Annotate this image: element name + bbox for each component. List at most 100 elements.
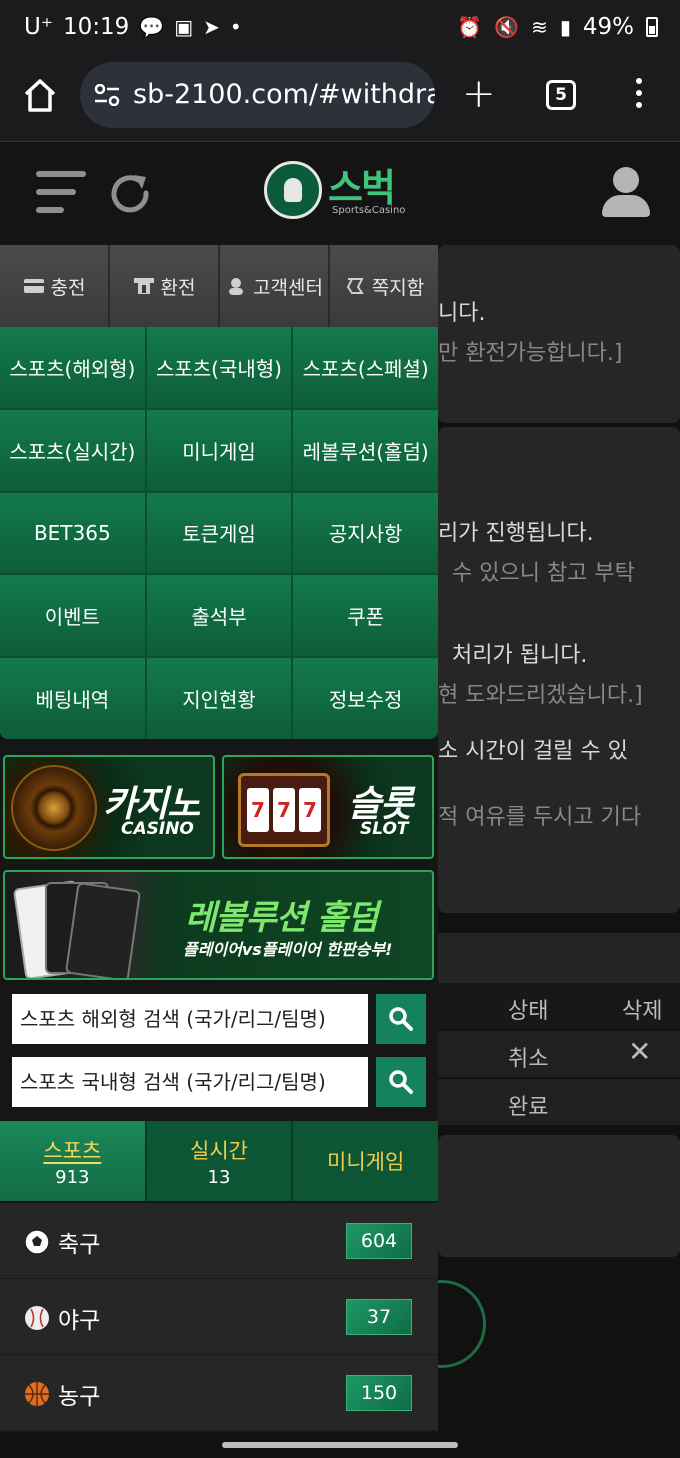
notice-text: 현 도와드리겠습니다.]	[438, 683, 643, 708]
slot-banner[interactable]: 777 슬롯 SLOT	[222, 755, 434, 859]
overseas-search-button[interactable]	[376, 994, 426, 1044]
tab-sports-count: 913	[55, 1166, 90, 1188]
row-status: 취소	[508, 1047, 549, 1072]
menu-coupon[interactable]: 쿠폰	[293, 575, 438, 657]
menu-sports-live[interactable]: 스포츠(실시간)	[0, 409, 145, 491]
siren-emblem-icon	[264, 161, 322, 219]
menu-event[interactable]: 이벤트	[0, 575, 145, 657]
status-bar: U⁺ 10:19 💬 ▣ ➤ • ⏰ 🔇 ≋ ▮ 49%	[0, 0, 680, 62]
table-title-row	[438, 933, 680, 983]
notice-card: 니다. 만 환전가능합니다.]	[438, 245, 680, 423]
wifi-icon: ≋	[531, 15, 548, 39]
kakaotalk-icon: 💬	[139, 15, 165, 39]
site-logo[interactable]: 스벅 Sports&Casino	[264, 159, 424, 221]
withdraw-page-background: 니다. 만 환전가능합니다.] 리가 진행됩니다. 수 있으니 참고 부탁 처리…	[438, 245, 680, 1433]
logo-name: 스벅	[328, 166, 396, 210]
casino-banner-subtitle: CASINO	[121, 819, 194, 839]
notice-text: 만 환전가능합니다.]	[438, 341, 623, 366]
tab-sports[interactable]: 스포츠 913	[0, 1121, 145, 1201]
notice-text: 수 있으니 참고 부탁	[452, 561, 635, 586]
table-row: 완료	[438, 1079, 680, 1125]
withdraw-button[interactable]: 환전	[110, 245, 220, 327]
menu-bet365[interactable]: BET365	[0, 492, 145, 574]
soccer-ball-icon	[24, 1229, 50, 1255]
table-row: 취소 ✕	[438, 1031, 680, 1077]
menu-sports-special[interactable]: 스포츠(스페셜)	[293, 327, 438, 408]
sport-name: 축구	[58, 1232, 101, 1258]
atm-icon	[133, 278, 154, 294]
gallery-icon: ▣	[174, 15, 194, 39]
column-header-delete: 삭제	[622, 999, 663, 1024]
notice-text: 리가 진행됩니다.	[438, 521, 594, 546]
tab-live-label: 실시간	[190, 1138, 248, 1163]
menu-notice[interactable]: 공지사항	[293, 492, 438, 574]
domestic-search-button[interactable]	[376, 1057, 426, 1107]
battery-icon	[646, 17, 658, 37]
roulette-wheel-icon	[11, 765, 97, 851]
casino-banner[interactable]: 카지노 CASINO	[3, 755, 215, 859]
more-notifications-icon: •	[229, 15, 242, 39]
menu-token-game[interactable]: 토큰게임	[146, 492, 292, 574]
overseas-search-input[interactable]: 스포츠 해외형 검색 (국가/리그/팀명)	[12, 994, 368, 1044]
menu-sports-domestic[interactable]: 스포츠(국내형)	[146, 327, 292, 408]
messages-label: 쪽지함	[371, 276, 425, 299]
deposit-button[interactable]: 충전	[0, 245, 110, 327]
customer-center-button[interactable]: 고객센터	[220, 245, 330, 327]
user-account-icon[interactable]	[600, 167, 652, 219]
circle-button[interactable]	[438, 1280, 486, 1368]
customer-center-label: 고객센터	[253, 276, 323, 299]
carrier-label: U⁺	[24, 14, 53, 40]
sport-count: 37	[346, 1299, 412, 1335]
tab-switcher-button[interactable]: 5	[546, 80, 576, 110]
list-item[interactable]: 야구 37	[0, 1279, 438, 1355]
message-icon	[346, 278, 364, 294]
list-item[interactable]: 농구 150	[0, 1355, 438, 1431]
notice-text: 적 여유를 두시고 기다	[438, 805, 642, 830]
browser-menu-icon[interactable]	[632, 78, 646, 112]
tab-live[interactable]: 실시간 13	[146, 1121, 292, 1201]
mute-icon: 🔇	[494, 15, 520, 39]
search-icon	[389, 1070, 413, 1094]
hamburger-menu-icon[interactable]	[36, 171, 86, 213]
quick-actions: 충전 환전 고객센터 쪽지함	[0, 245, 438, 327]
tab-sports-label: 스포츠	[43, 1138, 102, 1163]
menu-sports-overseas[interactable]: 스포츠(해외형)	[0, 327, 145, 408]
deposit-label: 충전	[50, 276, 86, 299]
menu-referral-status[interactable]: 지인현황	[146, 658, 292, 739]
table-header-row: 상태 삭제	[438, 983, 680, 1029]
home-icon[interactable]	[22, 76, 58, 116]
address-bar[interactable]: sb-2100.com/#withdraw	[80, 62, 435, 128]
menu-revolution-holdem[interactable]: 레볼루션(홀덤)	[293, 409, 438, 491]
game-menu-grid: 스포츠(해외형) 스포츠(국내형) 스포츠(스페셜) 스포츠(실시간) 미니게임…	[0, 327, 438, 739]
sport-name: 야구	[58, 1308, 101, 1334]
overseas-search-row: 스포츠 해외형 검색 (국가/리그/팀명)	[12, 994, 426, 1044]
delete-icon[interactable]: ✕	[628, 1035, 651, 1068]
side-menu-panel: 충전 환전 고객센터 쪽지함 스포츠(해외형) 스포츠(국내형) 스포츠(스페셜…	[0, 245, 438, 1433]
menu-minigame[interactable]: 미니게임	[146, 409, 292, 491]
refresh-icon[interactable]	[108, 171, 154, 217]
domestic-search-input[interactable]: 스포츠 국내형 검색 (국가/리그/팀명)	[12, 1057, 368, 1107]
slot-banner-subtitle: SLOT	[360, 819, 409, 839]
sport-count: 604	[346, 1223, 412, 1259]
messages-button[interactable]: 쪽지함	[330, 245, 438, 327]
browser-toolbar: sb-2100.com/#withdraw + 5	[0, 62, 680, 142]
site-settings-icon[interactable]	[94, 84, 120, 106]
playing-cards-icon	[12, 879, 142, 978]
gesture-bar	[0, 1433, 680, 1458]
column-header-status: 상태	[508, 999, 549, 1024]
new-tab-icon[interactable]: +	[462, 74, 496, 114]
home-gesture-handle[interactable]	[222, 1442, 458, 1448]
card-icon	[23, 279, 44, 293]
notice-card: 리가 진행됩니다. 수 있으니 참고 부탁 처리가 됩니다. 현 도와드리겠습니…	[438, 427, 680, 913]
holdem-banner-subtitle: 플레이어vs플레이어 한판승부!	[183, 940, 393, 959]
tab-minigame[interactable]: 미니게임	[293, 1121, 438, 1201]
holdem-banner[interactable]: 레볼루션 홀덤 플레이어vs플레이어 한판승부!	[3, 870, 434, 980]
basketball-icon	[25, 1382, 49, 1406]
baseball-icon	[25, 1306, 49, 1330]
row-status: 완료	[508, 1095, 549, 1120]
menu-edit-profile[interactable]: 정보수정	[293, 658, 438, 739]
menu-attendance[interactable]: 출석부	[146, 575, 292, 657]
list-item[interactable]: 축구 604	[0, 1203, 438, 1279]
signal-icon: ▮	[559, 15, 571, 39]
menu-bet-history[interactable]: 베팅내역	[0, 658, 145, 739]
